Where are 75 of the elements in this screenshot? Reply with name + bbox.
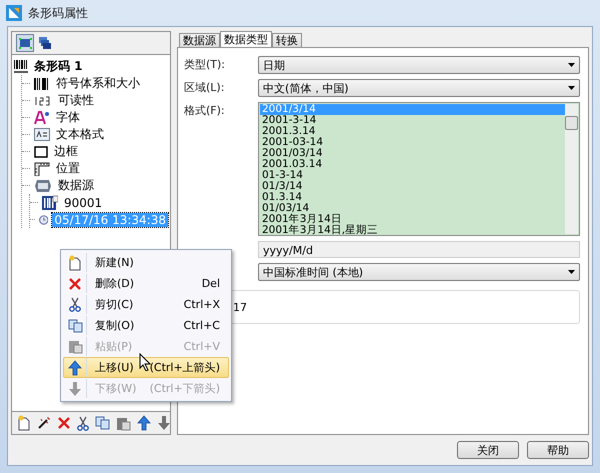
clipboard-icon bbox=[116, 416, 131, 430]
app-icon bbox=[6, 5, 22, 21]
type-dropdown[interactable]: 日期 bbox=[258, 56, 580, 74]
format-list[interactable]: 2001/3/14 2001-3-14 2001.3.14 2001-03-14 2001/03/14 2001.03.14 01-3-14 01/3/14 01.3.14 01/03/14 2001年3月14日 2001年3月14日,星期三 bbox=[258, 102, 580, 236]
delete-icon bbox=[68, 276, 82, 290]
field-label: 格式(F): bbox=[184, 103, 226, 119]
tab[interactable]: 数据类型 bbox=[220, 31, 272, 47]
tree-item[interactable]: 位置 bbox=[54, 160, 82, 177]
clipboard-icon bbox=[68, 339, 82, 354]
list-item[interactable]: 01.3.14 bbox=[260, 192, 565, 203]
list-item[interactable]: 2001/03/14 bbox=[260, 148, 565, 159]
scissors-icon bbox=[69, 297, 81, 312]
delete-icon bbox=[57, 416, 71, 430]
font-icon bbox=[34, 110, 50, 124]
menu-item[interactable]: 删除(D) Del bbox=[63, 273, 229, 294]
digits-icon bbox=[34, 96, 52, 106]
field-label: 类型(T): bbox=[184, 57, 226, 73]
down-arrow-icon bbox=[68, 380, 82, 396]
copy-icon bbox=[95, 416, 110, 430]
toolbar-button[interactable] bbox=[16, 414, 32, 432]
preview-text: 17 bbox=[233, 300, 247, 314]
region-dropdown[interactable]: 中文(简体，中国) bbox=[258, 79, 580, 97]
up-arrow-icon bbox=[68, 360, 82, 376]
menu-item[interactable]: 上移(U) (Ctrl+上箭头) bbox=[63, 357, 229, 378]
dialog-button[interactable]: 帮助 bbox=[527, 441, 589, 459]
new-document-icon bbox=[17, 415, 31, 431]
menu-item[interactable]: 剪切(C) Ctrl+X bbox=[63, 294, 229, 315]
ruler-icon bbox=[34, 162, 50, 176]
dropdown-arrow-icon bbox=[568, 86, 575, 90]
scissors-icon bbox=[77, 416, 89, 430]
tree-item[interactable]: 符号体系和大小 bbox=[54, 75, 142, 92]
list-item[interactable]: 2001-03-14 bbox=[260, 137, 565, 148]
tree-item[interactable]: 90001 bbox=[62, 196, 104, 210]
list-item[interactable]: 2001.03.14 bbox=[260, 159, 565, 170]
tree-item[interactable]: 边框 bbox=[52, 143, 80, 160]
toolbar-button[interactable] bbox=[136, 414, 152, 432]
tab[interactable]: 转换 bbox=[272, 33, 302, 47]
data-source-icon bbox=[34, 178, 52, 192]
pattern-field[interactable]: yyyy/M/d bbox=[258, 241, 580, 258]
barcode-icon bbox=[14, 60, 28, 74]
up-arrow-icon bbox=[137, 415, 151, 431]
dropdown-arrow-icon bbox=[568, 63, 575, 67]
list-item[interactable]: 2001-3-14 bbox=[260, 115, 565, 126]
new-document-icon bbox=[68, 254, 82, 270]
copy-icon bbox=[68, 318, 82, 332]
tree-item[interactable]: 数据源 bbox=[56, 177, 96, 194]
timezone-dropdown[interactable]: 中国标准时间 (本地) bbox=[258, 263, 580, 281]
tree-item[interactable]: 文本格式 bbox=[54, 126, 106, 143]
tree-item[interactable]: 可读性 bbox=[56, 92, 96, 109]
list-item[interactable]: 2001.3.14 bbox=[260, 126, 565, 137]
border-icon bbox=[34, 146, 48, 158]
dialog-button[interactable]: 关闭 bbox=[457, 441, 519, 459]
barcode-file-icon bbox=[42, 194, 58, 210]
dropdown-arrow-icon bbox=[568, 270, 575, 274]
tree-item[interactable]: 字体 bbox=[54, 109, 82, 126]
list-item[interactable]: 01/3/14 bbox=[260, 181, 565, 192]
field-label: 区域(L): bbox=[184, 80, 226, 96]
barcode-icon bbox=[34, 76, 50, 90]
list-item[interactable]: 2001年3月14日 bbox=[260, 214, 565, 225]
wand-icon bbox=[37, 416, 51, 430]
down-arrow-icon bbox=[157, 415, 171, 431]
scrollbar[interactable] bbox=[565, 104, 578, 234]
list-item[interactable]: 01-3-14 bbox=[260, 170, 565, 181]
frame-view-button[interactable] bbox=[16, 34, 34, 52]
list-item[interactable]: 01/03/14 bbox=[260, 203, 565, 214]
tree-item[interactable]: 条形码 1 bbox=[32, 58, 85, 75]
mouse-pointer-icon bbox=[139, 353, 151, 371]
layers-button[interactable] bbox=[36, 34, 54, 52]
window-title: 条形码属性 bbox=[28, 4, 88, 22]
toolbar-button[interactable] bbox=[76, 414, 90, 432]
textbox-icon bbox=[34, 128, 50, 141]
list-item[interactable]: 2001年3月14日,星期三 bbox=[260, 225, 565, 236]
menu-item[interactable]: 复制(O) Ctrl+C bbox=[63, 315, 229, 336]
tab[interactable]: 数据源 bbox=[179, 33, 220, 47]
menu-item[interactable]: 新建(N) bbox=[63, 252, 229, 273]
